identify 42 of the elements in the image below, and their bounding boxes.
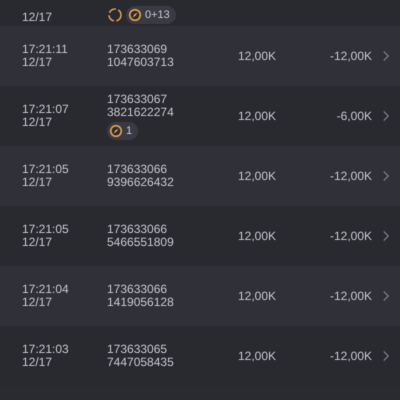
date-text: 12/17 [22, 11, 54, 24]
time-text: 17:21:07 [22, 103, 70, 116]
amount-text: 12,00K [237, 289, 278, 303]
order-id: 173633067 [107, 92, 168, 106]
order-id: 173633066 [107, 223, 168, 236]
date-text: 12/17 [22, 116, 54, 129]
order-id: 173633065 [107, 343, 168, 356]
time-text: 17:21:04 [22, 283, 70, 296]
ticket-number: 1419056128 [107, 296, 175, 309]
net-amount: -6,00K [336, 109, 372, 123]
ticket-number: 5466551809 [107, 236, 175, 249]
time-text: 17:21:05 [22, 223, 70, 236]
date-text: 12/17 [22, 56, 54, 69]
net-amount: -12,00K [328, 289, 372, 303]
badge-count: 0+13 [145, 9, 170, 21]
compass-icon [128, 8, 142, 22]
ticket-number: 3821622274 [107, 106, 175, 118]
order-id: 173633066 [107, 283, 168, 296]
amount-text: 12,00K [237, 49, 278, 63]
date-text: 12/17 [22, 356, 54, 369]
compass-icon [109, 124, 123, 138]
amount-text: 12,00K [237, 229, 278, 243]
time-text: 17:21:11 [22, 43, 69, 56]
date-text: 12/17 [22, 176, 54, 189]
badge-count: 1 [126, 124, 132, 136]
time-text: 17:21:05 [22, 163, 70, 176]
sync-icon [107, 7, 123, 23]
amount-text: 12,00K [237, 169, 278, 183]
date-text: 12/17 [22, 236, 54, 249]
order-id: 173633066 [107, 163, 168, 176]
ticket-number: 7447058435 [107, 356, 175, 369]
net-amount: -12,00K [328, 229, 372, 243]
net-amount: -12,00K [328, 49, 372, 63]
order-id: 173633069 [107, 43, 168, 56]
net-amount: -12,00K [328, 169, 372, 183]
ticket-number: 9396626432 [107, 176, 175, 189]
net-amount: -12,00K [328, 349, 372, 363]
time-text: 17:21:03 [22, 343, 70, 356]
amount-text: 12,00K [237, 349, 278, 363]
amount-text: 12,00K [237, 109, 278, 123]
date-text: 12/17 [22, 296, 54, 309]
ticket-number: 1047603713 [107, 56, 175, 69]
